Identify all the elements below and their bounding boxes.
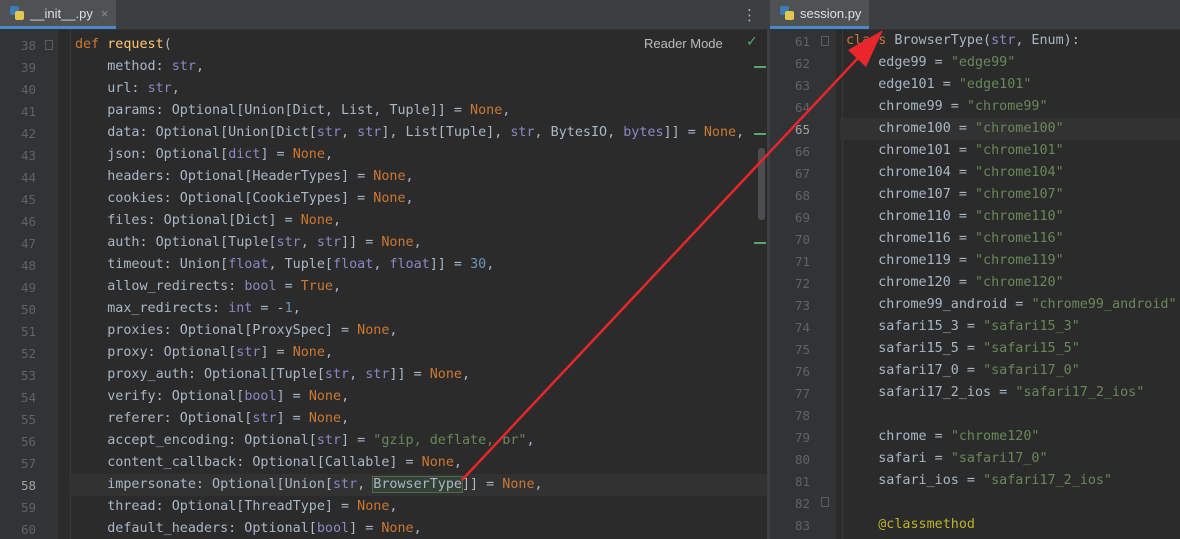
arrow-shaft [461,57,859,481]
annotation-arrow [461,30,883,481]
